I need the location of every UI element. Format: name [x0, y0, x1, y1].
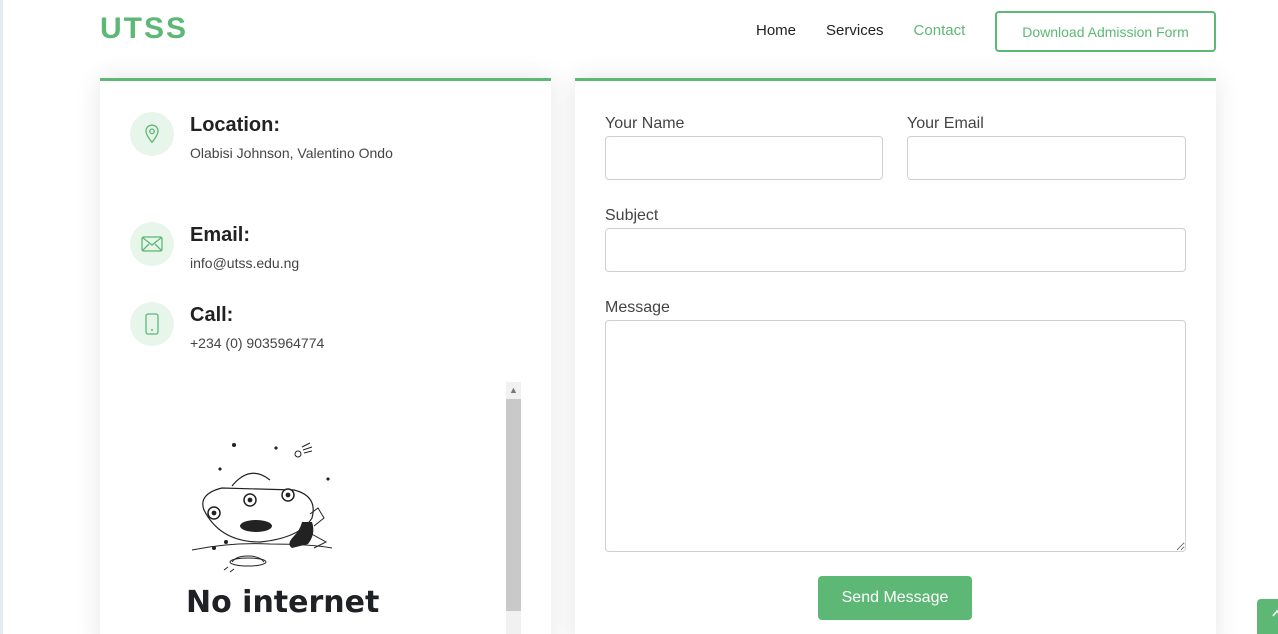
name-label: Your Name: [605, 115, 685, 132]
email-input[interactable]: [907, 136, 1186, 180]
download-admission-form-button[interactable]: Download Admission Form: [995, 11, 1216, 52]
main-nav: Home Services Contact: [756, 22, 995, 40]
name-input[interactable]: [605, 136, 883, 180]
nav-contact-link[interactable]: Contact: [914, 22, 966, 40]
map-pin-icon: [130, 112, 174, 156]
contact-form-card: Your Name Your Email Subject Message Sen…: [575, 78, 1216, 634]
no-internet-title: No internet: [186, 585, 380, 620]
window-edge: [0, 0, 3, 634]
message-textarea[interactable]: [605, 320, 1186, 552]
scrollbar-thumb[interactable]: [506, 399, 521, 611]
nav-services-link[interactable]: Services: [826, 22, 884, 40]
frame-scrollbar[interactable]: ▲: [506, 382, 521, 634]
email-title: Email:: [190, 224, 251, 246]
scroll-up-arrow-icon[interactable]: ▲: [506, 384, 521, 396]
send-message-button[interactable]: Send Message: [818, 576, 972, 620]
dino-ufo-icon: [191, 442, 333, 573]
site-logo[interactable]: UTSS: [100, 12, 188, 46]
nav-home-link[interactable]: Home: [756, 22, 796, 40]
contact-info-card: Location: Olabisi Johnson, Valentino Ond…: [100, 78, 551, 634]
email-text[interactable]: info@utss.edu.ng: [190, 255, 299, 271]
call-text[interactable]: +234 (0) 9035964774: [190, 335, 324, 351]
subject-label: Subject: [605, 207, 659, 224]
location-title: Location:: [190, 114, 280, 136]
map-embed-frame[interactable]: No internet ▲: [130, 382, 521, 634]
location-text: Olabisi Johnson, Valentino Ondo: [190, 145, 393, 161]
message-label: Message: [605, 299, 670, 316]
phone-icon: [130, 302, 174, 346]
back-to-top-button[interactable]: [1257, 599, 1278, 634]
subject-input[interactable]: [605, 228, 1186, 272]
call-title: Call:: [190, 304, 234, 326]
arrow-up-icon: [1272, 609, 1278, 617]
email-label: Your Email: [907, 115, 984, 132]
envelope-icon: [130, 222, 174, 266]
